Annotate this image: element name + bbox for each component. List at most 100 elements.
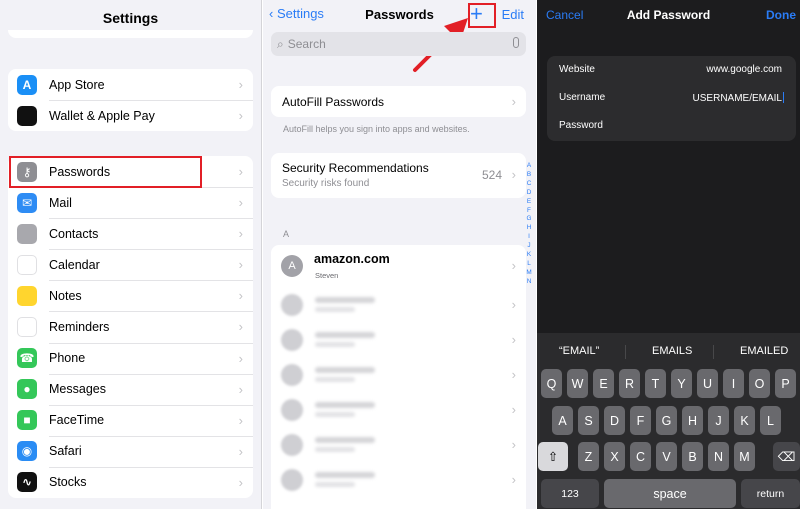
- key-o[interactable]: O: [749, 369, 770, 398]
- space-key[interactable]: space: [604, 479, 736, 508]
- settings-item-facetime[interactable]: ■ FaceTime ›: [8, 404, 253, 436]
- entry-avatar-blurred: [281, 434, 303, 456]
- settings-item-notes[interactable]: Notes ›: [8, 280, 253, 311]
- alphabet-letter[interactable]: L: [525, 260, 533, 269]
- password-entry[interactable]: A amazon.com Steven ›: [271, 245, 526, 287]
- settings-item-safari[interactable]: ◉ Safari ›: [8, 435, 253, 467]
- key-r[interactable]: R: [619, 369, 640, 398]
- settings-item-phone[interactable]: ☎ Phone ›: [8, 342, 253, 374]
- alphabet-letter[interactable]: I: [525, 233, 533, 242]
- key-j[interactable]: J: [708, 406, 729, 435]
- key-a[interactable]: A: [552, 406, 573, 435]
- settings-item-label: Wallet & Apple Pay: [49, 108, 155, 123]
- alphabet-letter[interactable]: A: [525, 162, 533, 171]
- key-t[interactable]: T: [645, 369, 666, 398]
- chevron-right-icon: ›: [238, 108, 243, 124]
- entry-avatar-blurred: [281, 364, 303, 386]
- alphabet-letter[interactable]: N: [525, 278, 533, 287]
- mail-icon: ✉: [17, 192, 37, 213]
- alphabet-letter[interactable]: F: [525, 207, 533, 216]
- key-l[interactable]: L: [760, 406, 781, 435]
- chevron-right-icon: ›: [511, 367, 516, 382]
- alphabet-letter[interactable]: J: [525, 242, 533, 251]
- alphabet-letter[interactable]: K: [525, 251, 533, 260]
- key-q[interactable]: Q: [541, 369, 562, 398]
- password-entry-blurred[interactable]: ›: [271, 462, 526, 497]
- settings-item-label: Notes: [49, 288, 82, 303]
- section-letter: A: [283, 229, 290, 239]
- blurred-text: [315, 307, 355, 312]
- alphabet-letter[interactable]: E: [525, 198, 533, 207]
- key-i[interactable]: I: [723, 369, 744, 398]
- suggestion-3[interactable]: EMAILED: [740, 345, 788, 357]
- edit-button[interactable]: Edit: [502, 7, 524, 22]
- key-v[interactable]: V: [656, 442, 677, 471]
- settings-item-contacts[interactable]: Contacts ›: [8, 218, 253, 249]
- done-button[interactable]: Done: [766, 8, 796, 22]
- key-y[interactable]: Y: [671, 369, 692, 398]
- contacts-icon: [17, 223, 37, 244]
- security-recommendations-row[interactable]: Security Recommendations Security risks …: [271, 153, 526, 198]
- settings-item-passwords[interactable]: ⚷ Passwords ›: [8, 156, 253, 187]
- alphabet-index[interactable]: ABCDEFGHIJKLMN: [525, 162, 533, 287]
- website-field[interactable]: Website www.google.com: [547, 56, 796, 84]
- alphabet-letter[interactable]: D: [525, 189, 533, 198]
- settings-group-top: [8, 30, 253, 38]
- password-entry-blurred[interactable]: ›: [271, 322, 526, 357]
- password-label: Password: [559, 120, 603, 131]
- key-s[interactable]: S: [578, 406, 599, 435]
- alphabet-letter[interactable]: M: [525, 269, 533, 278]
- password-field[interactable]: Password: [547, 112, 796, 140]
- settings-item-mail[interactable]: ✉ Mail ›: [8, 187, 253, 218]
- microphone-icon[interactable]: [513, 37, 519, 48]
- password-entry-blurred[interactable]: ›: [271, 392, 526, 427]
- return-key[interactable]: return: [741, 479, 800, 508]
- chevron-right-icon: ›: [511, 297, 516, 312]
- suggestion-1[interactable]: “EMAIL”: [559, 345, 599, 357]
- numbers-key[interactable]: 123: [541, 479, 599, 508]
- alphabet-letter[interactable]: B: [525, 171, 533, 180]
- blurred-text: [315, 377, 355, 382]
- key-c[interactable]: C: [630, 442, 651, 471]
- password-entry-blurred[interactable]: ›: [271, 287, 526, 322]
- key-k[interactable]: K: [734, 406, 755, 435]
- key-u[interactable]: U: [697, 369, 718, 398]
- shift-key-icon[interactable]: ⇧: [538, 442, 568, 471]
- settings-item-stocks[interactable]: ∿ Stocks ›: [8, 466, 253, 498]
- settings-item-messages[interactable]: ● Messages ›: [8, 373, 253, 405]
- key-m[interactable]: M: [734, 442, 755, 471]
- alphabet-letter[interactable]: G: [525, 215, 533, 224]
- key-b[interactable]: B: [682, 442, 703, 471]
- password-entry-blurred[interactable]: ›: [271, 357, 526, 392]
- chevron-right-icon: ›: [238, 164, 243, 179]
- alphabet-letter[interactable]: H: [525, 224, 533, 233]
- password-entry-blurred[interactable]: ›: [271, 427, 526, 462]
- settings-item-app-store[interactable]: A App Store ›: [8, 69, 253, 100]
- key-x[interactable]: X: [604, 442, 625, 471]
- key-w[interactable]: W: [567, 369, 588, 398]
- key-p[interactable]: P: [775, 369, 796, 398]
- suggestion-2[interactable]: EMAILS: [652, 345, 692, 357]
- key-d[interactable]: D: [604, 406, 625, 435]
- calendar-icon: [17, 254, 37, 275]
- backspace-key-icon[interactable]: ⌫: [773, 442, 800, 471]
- alphabet-letter[interactable]: C: [525, 180, 533, 189]
- settings-item-reminders[interactable]: Reminders ›: [8, 311, 253, 342]
- key-f[interactable]: F: [630, 406, 651, 435]
- chevron-right-icon: ›: [238, 195, 243, 211]
- key-g[interactable]: G: [656, 406, 677, 435]
- settings-group-store: A App Store › Wallet & Apple Pay ›: [8, 69, 253, 132]
- app-store-icon: A: [17, 74, 37, 95]
- username-field[interactable]: Username USERNAME/EMAIL: [547, 84, 796, 112]
- passwords-pane: ‹ Settings Passwords + Edit ⌕ Search Aut…: [263, 0, 536, 509]
- key-e[interactable]: E: [593, 369, 614, 398]
- key-z[interactable]: Z: [578, 442, 599, 471]
- autofill-passwords-row[interactable]: AutoFill Passwords ›: [271, 86, 526, 117]
- settings-item-label: Phone: [49, 351, 86, 366]
- settings-item-calendar[interactable]: Calendar ›: [8, 249, 253, 280]
- key-h[interactable]: H: [682, 406, 703, 435]
- entry-avatar-blurred: [281, 294, 303, 316]
- search-input[interactable]: ⌕ Search: [271, 32, 526, 56]
- settings-item-wallet-apple-pay[interactable]: Wallet & Apple Pay ›: [8, 100, 253, 131]
- key-n[interactable]: N: [708, 442, 729, 471]
